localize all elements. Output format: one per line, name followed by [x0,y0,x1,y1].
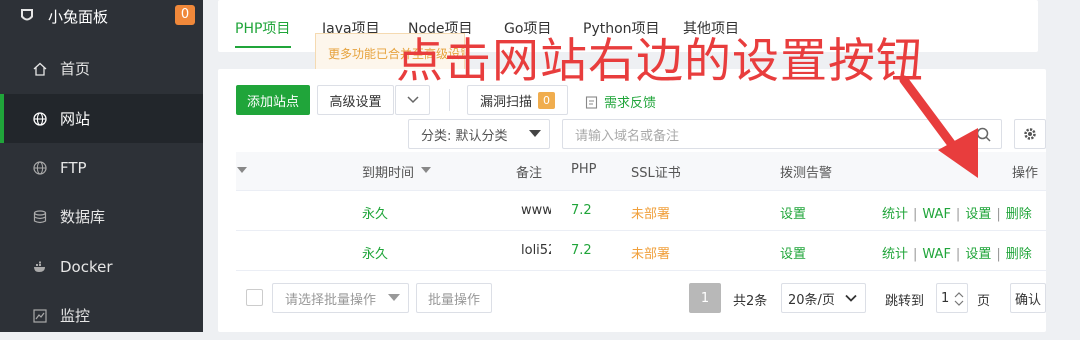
header-probe: 拨测告警 [780,166,833,181]
row-expire[interactable]: 永久 [362,243,388,262]
header-php: PHP [571,162,597,177]
select-all-checkbox[interactable] [246,289,263,306]
row-ops: 统计 | WAF | 设置 | 删除 [882,247,1032,262]
sidebar: 小兔面板 0 首页 网站 FTP 数据库 Docker 监控 [0,0,203,332]
sidebar-item-website[interactable]: 网站 [0,94,203,143]
globe-icon [33,160,47,175]
toolbar-divider [449,89,450,111]
delete-link[interactable]: 删除 [1006,207,1032,222]
sidebar-item-label: 数据库 [60,208,106,226]
row-note[interactable]: loli52 [521,243,551,258]
sort-arrow-icon[interactable] [237,167,247,173]
page-current[interactable]: 1 [689,283,721,313]
page-unit: 页 [977,294,991,309]
chevron-down-icon [406,96,419,104]
sort-arrow-icon[interactable] [421,167,431,173]
category-select[interactable]: 分类: 默认分类 [408,119,550,149]
chevron-down-icon [845,294,857,302]
sidebar-item-label: Docker [60,257,113,276]
page-size-value: 20条/页 [788,292,835,308]
active-tab-indicator [235,46,291,48]
tab-php[interactable]: PHP项目 [235,18,290,38]
logo-icon [21,9,33,21]
advanced-settings-button[interactable]: 高级设置 [317,85,394,115]
feedback-label: 需求反馈 [604,96,657,111]
sidebar-item-database[interactable]: 数据库 [0,192,203,241]
settings-gear-button[interactable] [1014,119,1046,149]
row-expire[interactable]: 永久 [362,203,388,222]
home-icon [33,62,47,76]
category-value: 分类: 默认分类 [421,128,508,144]
search-placeholder: 请输入域名或备注 [575,128,680,144]
row-ssl[interactable]: 未部署 [631,243,670,262]
total-count: 共2条 [733,294,768,309]
row-ops: 统计 | WAF | 设置 | 删除 [882,207,1032,222]
stats-link[interactable]: 统计 [882,247,908,262]
globe-icon [33,111,47,126]
row-php[interactable]: 7.2 [571,203,592,218]
row-probe[interactable]: 设置 [780,203,806,222]
sidebar-item-label: 首页 [60,60,91,78]
chevron-down-icon [388,294,400,301]
sidebar-item-home[interactable]: 首页 [0,44,203,93]
stats-link[interactable]: 统计 [882,207,908,222]
sidebar-item-label: 监控 [60,307,91,325]
settings-link[interactable]: 设置 [965,207,991,222]
sidebar-item-docker[interactable]: Docker [0,242,203,291]
row-divider [236,230,1046,231]
row-divider [236,190,1046,191]
vuln-scan-label: 漏洞扫描 [479,94,532,110]
brand: 小兔面板 0 [0,0,203,32]
confirm-button[interactable]: 确认 [1010,283,1046,313]
row-probe[interactable]: 设置 [780,243,806,262]
settings-link[interactable]: 设置 [965,247,991,262]
batch-placeholder: 请选择批量操作 [285,292,377,308]
sidebar-item-label: 网站 [60,110,91,128]
docker-icon [33,260,47,274]
row-ssl[interactable]: 未部署 [631,203,670,222]
waf-link[interactable]: WAF [922,207,951,222]
database-icon [33,209,47,224]
chevron-down-icon [529,130,541,137]
goto-page-input[interactable]: 1 [936,283,968,313]
red-arrow-icon [899,75,978,178]
vuln-count-badge: 0 [538,91,555,109]
gear-icon [1024,128,1036,140]
batch-action-select[interactable]: 请选择批量操作 [272,283,409,313]
waf-link[interactable]: WAF [922,247,951,262]
annotation-text: 点击网站右边的设置按钮 [396,34,924,89]
header-expire[interactable]: 到期时间 [362,162,414,181]
sidebar-item-ftp[interactable]: FTP [0,143,203,192]
header-ops: 操作 [1012,166,1039,181]
sidebar-item-monitor[interactable]: 监控 [0,291,203,340]
notification-badge[interactable]: 0 [175,5,195,25]
row-note[interactable]: www [521,203,551,218]
row-php[interactable]: 7.2 [571,243,592,258]
batch-action-button[interactable]: 批量操作 [416,283,492,313]
edit-icon [585,95,598,109]
page-size-select[interactable]: 20条/页 [781,283,866,313]
stepper-icon[interactable] [954,291,964,307]
add-site-button[interactable]: 添加站点 [236,85,310,115]
header-note: 备注 [516,166,543,181]
sidebar-item-label: FTP [60,158,87,177]
monitor-icon [33,308,47,323]
goto-value: 1 [941,290,950,306]
brand-name: 小兔面板 [48,7,109,26]
header-ssl: SSL证书 [631,166,681,181]
feedback-link[interactable]: 需求反馈 [585,92,656,111]
delete-link[interactable]: 删除 [1006,247,1032,262]
goto-label: 跳转到 [885,294,925,309]
row-divider [236,270,1046,271]
